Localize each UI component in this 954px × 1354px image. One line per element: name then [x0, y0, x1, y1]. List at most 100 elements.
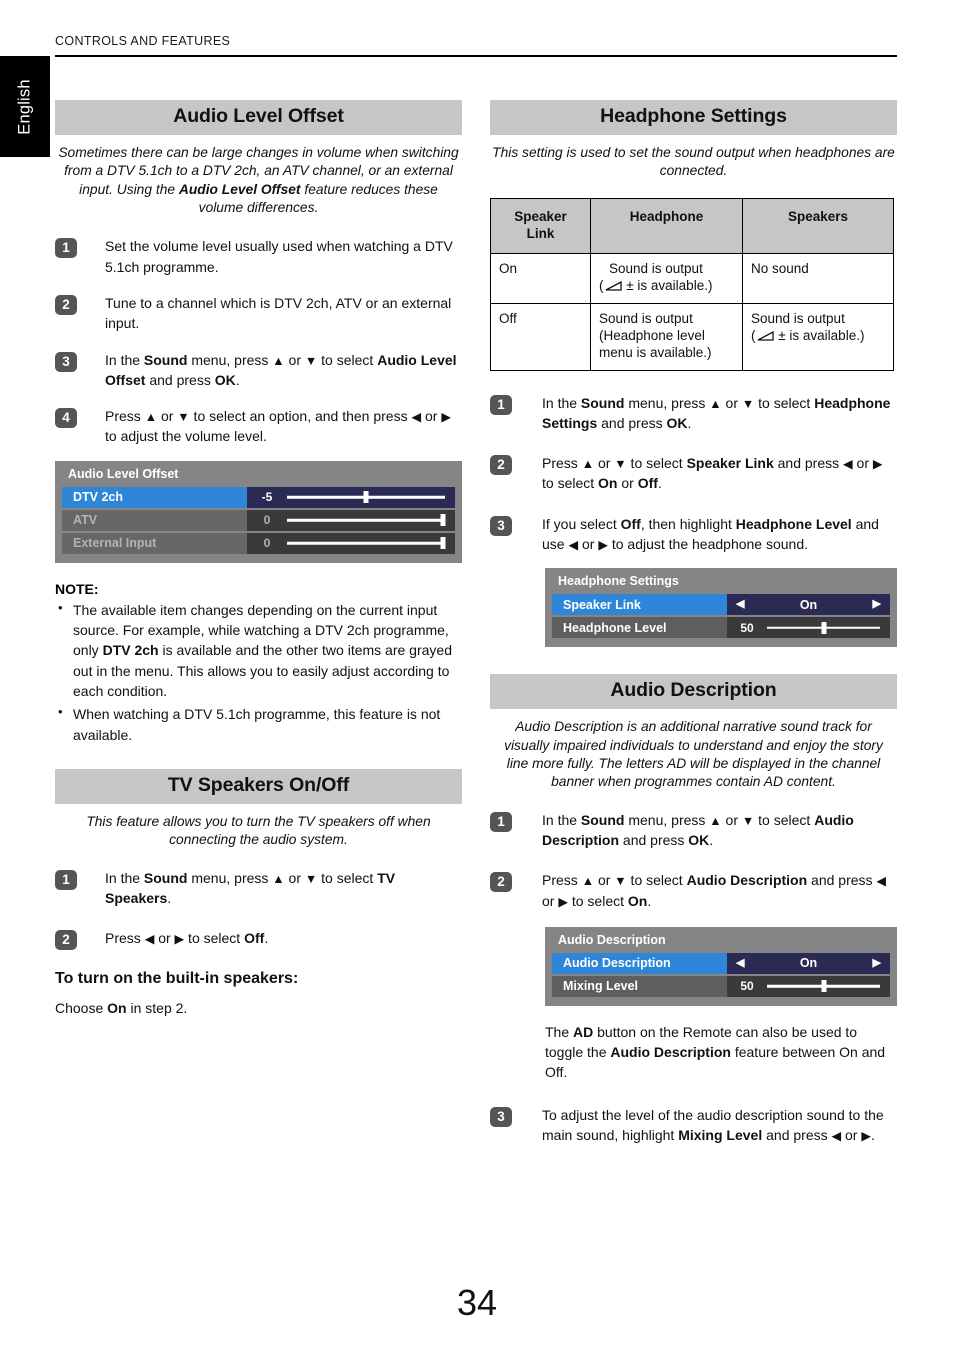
osd-option-selector[interactable]: ◀ On ▶ [727, 956, 890, 970]
osd-title: Headphone Settings [558, 574, 679, 589]
step-item: 2 Press ▲ or ▼ to select Audio Descripti… [490, 870, 897, 911]
step-number: 1 [55, 238, 77, 259]
step-text: Press ▲ or ▼ to select Audio Description… [542, 872, 887, 909]
osd-slider[interactable] [287, 510, 446, 531]
language-tab: English [0, 56, 50, 157]
audio-level-offset-blurb: Sometimes there can be large changes in … [55, 144, 462, 217]
slider-thumb[interactable] [440, 514, 446, 527]
section-header-tv-speakers: TV Speakers On/Off [55, 768, 462, 804]
step-number: 3 [55, 351, 77, 372]
osd-audio-description: Audio Description Audio Description ◀ On… [545, 926, 897, 1006]
step-item: 2 Press ▲ or ▼ to select Speaker Link an… [490, 453, 897, 494]
osd-title: Audio Level Offset [68, 466, 179, 481]
osd-row[interactable]: ATV 0 [62, 509, 455, 531]
step-item: 1 In the Sound menu, press ▲ or ▼ to sel… [490, 810, 897, 851]
osd-row[interactable]: Mixing Level 50 [552, 975, 890, 997]
note-list: The available item changes depending on … [55, 599, 462, 745]
step-text: Press ▲ or ▼ to select an option, and th… [105, 408, 451, 445]
osd-headphone-settings: Headphone Settings Speaker Link ◀ On ▶ H… [545, 568, 897, 648]
step-text: If you select Off, then highlight Headph… [542, 515, 879, 553]
osd-row-label: Headphone Level [552, 617, 727, 639]
osd-row[interactable]: DTV 2ch -5 [62, 486, 455, 508]
step-number: 1 [55, 869, 77, 890]
cell-line-1: Sound is output [609, 261, 703, 277]
osd-option-value: On [799, 597, 818, 612]
step-item: 1 In the Sound menu, press ▲ or ▼ to sel… [55, 868, 462, 909]
step-text: Press ▲ or ▼ to select Speaker Link and … [542, 455, 883, 492]
volume-wedge-icon [605, 281, 622, 292]
step-item: 1 Set the volume level usually used when… [55, 236, 462, 277]
cell-line-1: Sound is output [599, 310, 693, 326]
osd-row-value[interactable]: 0 [247, 532, 455, 554]
table-cell-speakers: Sound is output ( ± is available.) [742, 302, 894, 371]
osd-slider[interactable] [287, 487, 445, 508]
headphone-settings-blurb: This setting is used to set the sound ou… [492, 145, 895, 179]
osd-row-value[interactable]: 0 [247, 509, 455, 531]
step-item: 2 Tune to a channel which is DTV 2ch, AT… [55, 293, 462, 334]
slider-thumb[interactable] [821, 621, 826, 634]
osd-audio-level-offset: Audio Level Offset DTV 2ch -5 ATV 0 Exte… [55, 460, 462, 563]
section-header-audio-description: Audio Description [490, 674, 897, 710]
osd-value-number: 0 [263, 513, 271, 528]
note-item: When watching a DTV 5.1ch programme, thi… [55, 703, 462, 745]
chevron-left-icon[interactable]: ◀ [736, 599, 744, 610]
audio-description-remote-note: The AD button on the Remote can also be … [545, 1023, 886, 1081]
step-item: 3 In the Sound menu, press ▲ or ▼ to sel… [55, 350, 462, 391]
osd-row-value[interactable]: ◀ On ▶ [727, 952, 890, 974]
cell-line-2-pre: ( [751, 328, 756, 344]
table-cell-headphone: Sound is output (Headphone level menu is… [590, 302, 743, 371]
slider-thumb[interactable] [363, 491, 369, 504]
osd-option-value: On [799, 956, 818, 971]
osd-option-selector[interactable]: ◀ On ▶ [727, 598, 890, 612]
page-number: 34 [456, 1282, 498, 1323]
osd-slider[interactable] [767, 617, 880, 638]
osd-row[interactable]: Headphone Level 50 [552, 617, 890, 639]
chevron-right-icon[interactable]: ▶ [873, 599, 881, 610]
table-cell-speaker-link: On [490, 253, 591, 304]
step-item: 2 Press ◀ or ▶ to select Off. [55, 928, 462, 951]
osd-row-value[interactable]: ◀ On ▶ [727, 594, 890, 616]
cell-line-2-post: ± is available.) [622, 278, 713, 294]
slider-thumb[interactable] [440, 537, 446, 550]
step-item: 4 Press ▲ or ▼ to select an option, and … [55, 406, 462, 447]
step-number: 2 [55, 294, 77, 315]
osd-row-label: ATV [62, 509, 247, 531]
left-column: Audio Level Offset Sometimes there can b… [55, 100, 462, 1032]
osd-title: Audio Description [558, 932, 666, 947]
table-header-cell: Headphone [590, 197, 743, 255]
osd-row-value[interactable]: 50 [727, 617, 890, 639]
osd-slider[interactable] [287, 533, 446, 554]
table-header-row: Speaker Link Headphone Speakers [490, 197, 894, 255]
cell-line-2-pre: ( [599, 278, 604, 294]
step-text: Set the volume level usually used when w… [105, 238, 453, 275]
note-item: The available item changes depending on … [55, 599, 462, 701]
osd-row[interactable]: Audio Description ◀ On ▶ [552, 952, 890, 974]
step-text: In the Sound menu, press ▲ or ▼ to selec… [542, 394, 891, 431]
step-number: 1 [490, 811, 512, 832]
table-row: On Sound is output ( ± is available.) No… [490, 253, 894, 304]
osd-row[interactable]: External Input 0 [62, 532, 455, 554]
osd-row-label: External Input [62, 532, 247, 554]
step-item: 3 If you select Off, then highlight Head… [490, 514, 897, 555]
table-header-cell: Speakers [742, 197, 894, 255]
osd-value-number: 0 [263, 536, 271, 551]
osd-slider[interactable] [767, 976, 880, 997]
step-text: Press ◀ or ▶ to select Off. [105, 930, 269, 947]
osd-row-value[interactable]: 50 [727, 975, 890, 997]
table-cell-speaker-link: Off [490, 302, 591, 371]
cell-line-1: Sound is output [751, 310, 845, 326]
osd-row-value[interactable]: -5 [247, 486, 455, 508]
chevron-left-icon[interactable]: ◀ [736, 957, 744, 969]
chevron-right-icon[interactable]: ▶ [873, 957, 881, 969]
step-text: In the Sound menu, press ▲ or ▼ to selec… [542, 811, 854, 848]
step-text: In the Sound menu, press ▲ or ▼ to selec… [105, 869, 396, 906]
osd-row[interactable]: Speaker Link ◀ On ▶ [552, 594, 890, 616]
slider-thumb[interactable] [821, 980, 826, 993]
right-column: Headphone Settings This setting is used … [490, 100, 897, 1145]
slider-track [287, 542, 445, 545]
osd-value-number: 50 [740, 979, 754, 994]
osd-row-label: DTV 2ch [62, 486, 247, 508]
step-number: 3 [490, 1106, 512, 1127]
step-number: 3 [490, 515, 512, 536]
header-rule [55, 55, 897, 58]
